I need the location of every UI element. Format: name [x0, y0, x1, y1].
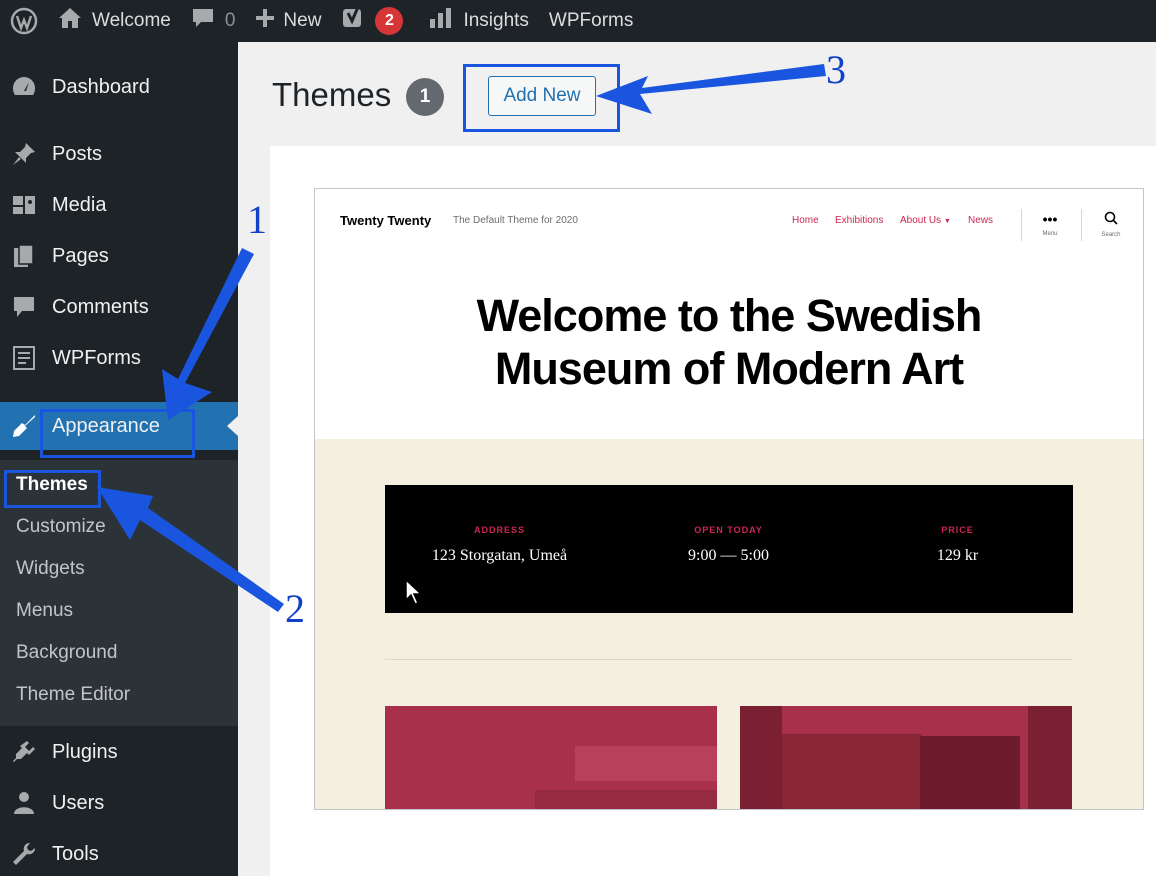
sidebar-item-users[interactable]: Users [0, 779, 238, 827]
submenu-item-widgets[interactable]: Widgets [16, 558, 85, 580]
sidebar-item-posts[interactable]: Posts [0, 130, 238, 178]
preview-info-hours: OPEN TODAY 9:00 — 5:00 [614, 525, 843, 565]
theme-screenshot[interactable]: Twenty Twenty The Default Theme for 2020… [314, 188, 1144, 810]
wpforms-form-icon [10, 344, 38, 372]
preview-search-label: Search [1101, 232, 1121, 238]
ellipsis-icon: ••• [1042, 211, 1058, 227]
sidebar-item-wpforms[interactable]: WPForms [0, 334, 238, 382]
sidebar-item-label: Media [52, 193, 107, 216]
yoast-seo-link[interactable]: 2 [331, 0, 413, 42]
sidebar-item-pages[interactable]: Pages [0, 232, 238, 280]
submenu-item-menus[interactable]: Menus [16, 600, 73, 622]
insights-label: Insights [463, 10, 529, 31]
comments-count: 0 [224, 10, 236, 31]
sidebar-item-label: Comments [52, 295, 149, 318]
preview-hero-line-1: Welcome to the Swedish [476, 290, 983, 341]
media-camera-icon [10, 191, 38, 219]
preview-tagline: The Default Theme for 2020 [453, 215, 578, 226]
sidebar-item-label: Posts [52, 142, 103, 165]
home-icon [58, 7, 82, 35]
admin-bar: Welcome 0 New 2 Insights WPForms [0, 0, 1156, 42]
preview-menu-label: Menu [1042, 231, 1058, 237]
bar-chart-icon [429, 7, 453, 35]
preview-separator [385, 659, 1073, 660]
preview-divider [1081, 209, 1082, 241]
preview-menu-toggle: ••• Menu [1035, 211, 1065, 237]
main-content: Themes 1 Add New Twenty Twenty The Defau… [238, 42, 1156, 876]
address-value: 123 Storgatan, Umeå [431, 547, 568, 564]
new-content-link[interactable]: New [245, 0, 331, 42]
annotation-step-number-1: 1 [247, 197, 267, 242]
plug-icon [10, 738, 38, 766]
new-label: New [283, 10, 322, 31]
preview-hero-title: Welcome to the Swedish Museum of Modern … [315, 289, 1143, 395]
yoast-icon [341, 5, 367, 37]
preview-info-price: PRICE 129 kr [843, 525, 1072, 565]
preview-nav-exhibitions: Exhibitions [835, 215, 884, 226]
theme-count-badge: 1 [406, 78, 444, 116]
comments-link[interactable]: 0 [181, 0, 246, 42]
sidebar-item-label: Dashboard [52, 75, 150, 98]
price-value: 129 kr [936, 547, 979, 564]
sidebar-item-dashboard[interactable]: Dashboard [0, 63, 238, 111]
preview-hero-line-2: Museum of Modern Art [494, 343, 964, 394]
sidebar-item-label: Tools [52, 842, 99, 865]
yoast-notification-badge: 2 [375, 7, 404, 35]
chevron-down-icon: ▼ [943, 218, 951, 225]
annotation-step-number-2: 2 [285, 586, 305, 631]
sidebar-item-tools[interactable]: Tools [0, 830, 238, 876]
preview-nav-news: News [968, 215, 994, 226]
preview-body: ADDRESS 123 Storgatan, Umeå OPEN TODAY 9… [315, 439, 1143, 809]
preview-header: Twenty Twenty The Default Theme for 2020… [315, 189, 1143, 439]
submenu-item-background[interactable]: Background [16, 642, 117, 664]
preview-divider [1021, 209, 1022, 241]
open-today-value: 9:00 — 5:00 [688, 547, 769, 564]
preview-info-block: ADDRESS 123 Storgatan, Umeå OPEN TODAY 9… [385, 485, 1073, 613]
wrench-icon [10, 840, 38, 868]
sidebar-item-label: Users [52, 791, 105, 814]
paintbrush-icon [10, 412, 38, 440]
sidebar-item-plugins[interactable]: Plugins [0, 728, 238, 776]
price-label: PRICE [941, 525, 974, 535]
site-name-link[interactable]: Welcome [48, 0, 181, 42]
preview-info-address: ADDRESS 123 Storgatan, Umeå [385, 525, 614, 565]
preview-gallery-image-left [385, 706, 717, 809]
annotation-highlight-appearance [40, 409, 195, 458]
preview-nav-home: Home [792, 215, 819, 226]
comment-bubble-icon [191, 7, 215, 35]
wpforms-link[interactable]: WPForms [539, 0, 643, 42]
preview-site-title: Twenty Twenty [340, 213, 432, 228]
sidebar-item-label: Plugins [52, 740, 118, 763]
insights-link[interactable]: Insights [419, 0, 538, 42]
preview-nav-about: About Us ▼ [900, 215, 951, 226]
sidebar-item-comments[interactable]: Comments [0, 283, 238, 331]
admin-sidebar: Dashboard Posts Media Pages Comments WPF… [0, 42, 238, 876]
mouse-cursor-icon [405, 578, 423, 605]
sidebar-item-media[interactable]: Media [0, 181, 238, 229]
wpforms-label: WPForms [548, 10, 634, 31]
theme-card[interactable]: Twenty Twenty The Default Theme for 2020… [270, 146, 1156, 876]
preview-gallery-image-right [740, 706, 1072, 809]
sidebar-item-label: Pages [52, 244, 109, 267]
site-name-label: Welcome [92, 10, 171, 31]
preview-search-toggle: Search [1096, 211, 1126, 238]
annotation-step-number-3: 3 [826, 47, 846, 92]
address-label: ADDRESS [473, 525, 525, 535]
sidebar-item-label: WPForms [52, 346, 141, 369]
comment-bubble-icon [10, 293, 38, 321]
dashboard-gauge-icon [10, 73, 38, 101]
submenu-item-customize[interactable]: Customize [16, 516, 106, 538]
page-title: Themes [272, 76, 392, 113]
pushpin-icon [10, 140, 38, 168]
annotation-highlight-themes [4, 470, 101, 508]
user-icon [10, 789, 38, 817]
annotation-highlight-add-new [463, 64, 620, 132]
wordpress-logo-icon[interactable] [0, 0, 48, 42]
open-today-label: OPEN TODAY [694, 525, 763, 535]
submenu-item-theme-editor[interactable]: Theme Editor [16, 684, 130, 706]
search-icon [1104, 211, 1118, 229]
pages-icon [10, 242, 38, 270]
plus-icon [255, 8, 275, 34]
preview-nav-about-label: About Us [900, 215, 942, 226]
